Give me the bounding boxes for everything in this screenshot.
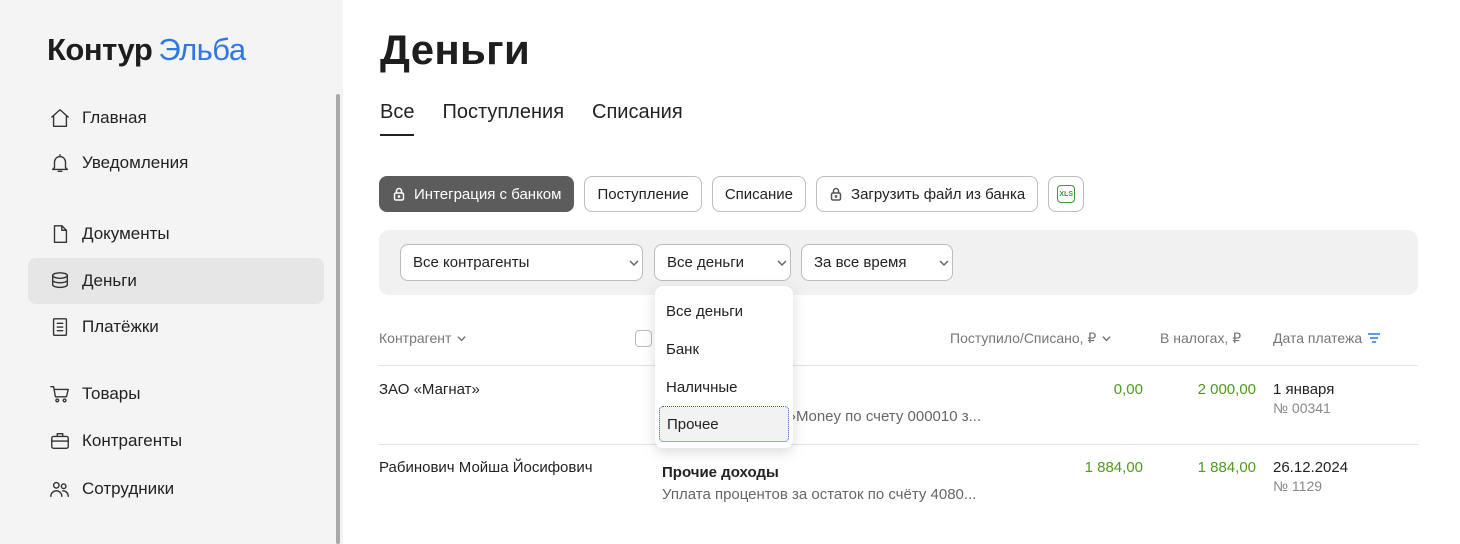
row-description: ›Money по счету 000010 з...	[791, 408, 982, 425]
sidebar-item-goods[interactable]: Товары	[28, 371, 324, 417]
main-content: Деньги Все Поступления Списания Интеграц…	[343, 0, 1460, 544]
column-header-counterparty[interactable]: Контрагент	[379, 330, 467, 346]
coins-icon	[48, 269, 72, 293]
sidebar-item-label: Уведомления	[82, 153, 189, 172]
expense-label: Списание	[724, 185, 794, 203]
select-all-checkbox[interactable]	[635, 330, 652, 347]
row-number: № 1129	[1273, 478, 1323, 494]
money-filter-value: Все деньги	[667, 254, 745, 271]
brand-logo[interactable]: Контур Эльба	[47, 32, 246, 68]
bank-integration-label: Интеграция с банком	[414, 185, 562, 203]
sidebar: Контур Эльба Главная Уведомления Документ…	[0, 0, 343, 544]
toolbar: Интеграция с банком Поступление Списание…	[379, 176, 1085, 212]
row-date: 26.12.2024	[1273, 459, 1349, 476]
xls-icon: XLS	[1057, 185, 1076, 203]
dropdown-option-bank[interactable]: Банк	[655, 330, 793, 368]
sort-icon	[1368, 333, 1381, 343]
dropdown-option-cash[interactable]: Наличные	[655, 368, 793, 406]
row-amount: 0,00	[1113, 381, 1143, 398]
filter-bar: Все контрагенты Все деньги За все время	[379, 230, 1418, 295]
export-xls-button[interactable]: XLS	[1048, 176, 1085, 212]
chevron-down-icon	[766, 257, 787, 269]
row-amount: 1 884,00	[1084, 459, 1143, 476]
income-button[interactable]: Поступление	[584, 176, 702, 212]
period-filter-value: За все время	[814, 254, 907, 271]
chevron-down-icon	[1102, 336, 1112, 342]
tab-expenses[interactable]: Списания	[592, 101, 683, 136]
money-filter[interactable]: Все деньги	[654, 244, 791, 281]
sidebar-item-counterparties[interactable]: Контрагенты	[28, 418, 324, 464]
receipt-icon	[48, 315, 72, 339]
column-header-label: Поступило/Списано, ₽	[950, 330, 1097, 346]
lock-icon	[393, 187, 405, 201]
sidebar-item-label: Товары	[82, 384, 141, 403]
sidebar-item-label: Деньги	[82, 271, 137, 290]
column-header-label: Контрагент	[379, 330, 452, 346]
period-filter[interactable]: За все время	[801, 244, 953, 281]
upload-bank-file-label: Загрузить файл из банка	[851, 185, 1026, 203]
dropdown-option-all-money[interactable]: Все деньги	[655, 292, 793, 330]
tab-income[interactable]: Поступления	[442, 101, 564, 136]
sidebar-item-documents[interactable]: Документы	[28, 211, 324, 257]
lock-icon	[830, 187, 842, 201]
row-date: 1 января	[1273, 381, 1335, 398]
brand-part1: Контур	[47, 32, 153, 67]
bell-icon	[48, 151, 72, 175]
row-counterparty: ЗАО «Магнат»	[379, 381, 480, 398]
chevron-down-icon	[457, 335, 467, 341]
sidebar-item-label: Главная	[82, 108, 147, 127]
home-icon	[48, 106, 72, 130]
sidebar-item-label: Сотрудники	[82, 479, 175, 498]
column-header-label: Дата платежа	[1273, 330, 1363, 346]
sidebar-item-label: Контрагенты	[82, 431, 183, 450]
income-label: Поступление	[597, 185, 689, 203]
chevron-down-icon	[928, 257, 949, 269]
sidebar-item-employees[interactable]: Сотрудники	[28, 466, 324, 512]
sidebar-item-label: Документы	[82, 224, 170, 243]
dropdown-option-other[interactable]: Прочее	[659, 406, 789, 442]
page-title: Деньги	[380, 26, 531, 73]
chevron-down-icon	[618, 257, 639, 269]
sidebar-item-payments[interactable]: Платёжки	[28, 304, 324, 350]
table-divider	[379, 444, 1418, 445]
row-counterparty: Рабинович Мойша Йосифович	[379, 459, 593, 476]
sidebar-item-label: Платёжки	[82, 317, 159, 336]
sidebar-item-notifications[interactable]: Уведомления	[28, 140, 324, 186]
document-icon	[48, 222, 72, 246]
money-filter-dropdown: Все деньги Банк Наличные Прочее	[655, 286, 793, 448]
column-header-date[interactable]: Дата платежа	[1273, 330, 1381, 346]
sidebar-scrollbar[interactable]	[336, 94, 340, 544]
counterparty-filter[interactable]: Все контрагенты	[400, 244, 643, 281]
sidebar-item-home[interactable]: Главная	[28, 95, 324, 141]
table-divider	[379, 365, 1418, 366]
column-header-amount[interactable]: Поступило/Списано, ₽	[950, 330, 1112, 347]
row-number: № 00341	[1273, 400, 1331, 416]
upload-bank-file-button[interactable]: Загрузить файл из банка	[816, 176, 1039, 212]
expense-button[interactable]: Списание	[711, 176, 807, 212]
people-icon	[48, 477, 72, 501]
bank-integration-button[interactable]: Интеграция с банком	[379, 176, 575, 212]
brand-part2: Эльба	[158, 32, 246, 67]
counterparty-filter-value: Все контрагенты	[413, 254, 530, 271]
row-taxes: 1 884,00	[1197, 459, 1256, 476]
column-header-label: В налогах, ₽	[1160, 330, 1242, 346]
tab-all[interactable]: Все	[380, 101, 415, 136]
row-title: Прочие доходы	[662, 464, 779, 481]
cart-icon	[48, 382, 72, 406]
tabs: Все Поступления Списания	[380, 101, 683, 136]
row-description: Уплата процентов за остаток по счёту 408…	[662, 486, 977, 503]
row-taxes: 2 000,00	[1197, 381, 1256, 398]
sidebar-item-money[interactable]: Деньги	[28, 258, 324, 304]
briefcase-icon	[48, 429, 72, 453]
column-header-taxes[interactable]: В налогах, ₽	[1160, 330, 1241, 347]
